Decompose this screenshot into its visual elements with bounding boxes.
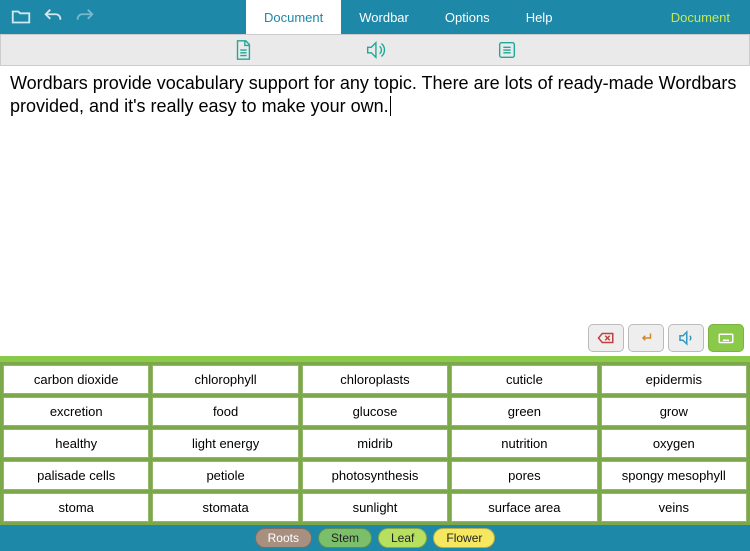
tab-help[interactable]: Help [508, 0, 571, 34]
word-label: chloroplasts [340, 372, 409, 387]
word-button[interactable]: stomata [152, 493, 298, 522]
word-label: stomata [202, 500, 248, 515]
word-button[interactable]: palisade cells [3, 461, 149, 490]
word-label: stoma [58, 500, 93, 515]
word-label: sunlight [353, 500, 398, 515]
document-toolbar [0, 34, 750, 66]
word-label: carbon dioxide [34, 372, 119, 387]
word-button[interactable]: nutrition [451, 429, 597, 458]
word-button[interactable]: stoma [3, 493, 149, 522]
keyboard-button[interactable] [708, 324, 744, 352]
word-label: healthy [55, 436, 97, 451]
word-button[interactable]: surface area [451, 493, 597, 522]
tab-options[interactable]: Options [427, 0, 508, 34]
document-name-label: Document [671, 0, 750, 34]
tab-label: Help [526, 10, 553, 25]
word-label: pores [508, 468, 541, 483]
word-button[interactable]: pores [451, 461, 597, 490]
word-label: petiole [206, 468, 244, 483]
word-button[interactable]: midrib [302, 429, 448, 458]
category-label: Roots [268, 531, 299, 545]
word-button[interactable]: spongy mesophyll [601, 461, 747, 490]
word-button[interactable]: photosynthesis [302, 461, 448, 490]
tab-label: Options [445, 10, 490, 25]
word-label: glucose [353, 404, 398, 419]
word-label: spongy mesophyll [622, 468, 726, 483]
word-button[interactable]: cuticle [451, 365, 597, 394]
word-button[interactable]: carbon dioxide [3, 365, 149, 394]
editor-action-row [588, 324, 744, 352]
word-button[interactable]: oxygen [601, 429, 747, 458]
folder-icon[interactable] [10, 6, 32, 28]
word-button[interactable]: sunlight [302, 493, 448, 522]
category-label: Stem [331, 531, 359, 545]
tab-label: Document [264, 10, 323, 25]
word-button[interactable]: epidermis [601, 365, 747, 394]
word-label: grow [660, 404, 688, 419]
word-label: light energy [192, 436, 259, 451]
category-roots[interactable]: Roots [255, 528, 312, 548]
word-label: photosynthesis [332, 468, 419, 483]
undo-icon[interactable] [42, 6, 64, 28]
list-icon[interactable] [496, 39, 518, 61]
category-bar: Roots Stem Leaf Flower [0, 525, 750, 551]
tab-wordbar[interactable]: Wordbar [341, 0, 427, 34]
category-flower[interactable]: Flower [433, 528, 495, 548]
word-button[interactable]: chlorophyll [152, 365, 298, 394]
document-text: Wordbars provide vocabulary support for … [10, 73, 736, 116]
document-name: Document [671, 10, 730, 25]
word-button[interactable]: food [152, 397, 298, 426]
tab-label: Wordbar [359, 10, 409, 25]
word-label: palisade cells [37, 468, 115, 483]
word-button[interactable]: veins [601, 493, 747, 522]
word-label: surface area [488, 500, 560, 515]
word-label: chlorophyll [195, 372, 257, 387]
word-button[interactable]: light energy [152, 429, 298, 458]
tab-document[interactable]: Document [246, 0, 341, 34]
word-label: midrib [357, 436, 392, 451]
return-button[interactable] [628, 324, 664, 352]
category-label: Flower [446, 531, 482, 545]
category-stem[interactable]: Stem [318, 528, 372, 548]
top-bar: Document Wordbar Options Help Document [0, 0, 750, 34]
word-label: excretion [50, 404, 103, 419]
word-button[interactable]: chloroplasts [302, 365, 448, 394]
word-button[interactable]: excretion [3, 397, 149, 426]
word-button[interactable]: grow [601, 397, 747, 426]
word-button[interactable]: petiole [152, 461, 298, 490]
word-button[interactable]: green [451, 397, 597, 426]
word-label: food [213, 404, 238, 419]
word-label: epidermis [646, 372, 702, 387]
topbar-left [0, 0, 106, 34]
word-grid: carbon dioxide chlorophyll chloroplasts … [0, 362, 750, 525]
document-editor[interactable]: Wordbars provide vocabulary support for … [0, 66, 750, 356]
speak-icon[interactable] [364, 39, 386, 61]
main-tabs: Document Wordbar Options Help [246, 0, 570, 34]
word-label: oxygen [653, 436, 695, 451]
text-cursor [389, 96, 391, 116]
word-label: green [508, 404, 541, 419]
word-label: veins [659, 500, 689, 515]
category-label: Leaf [391, 531, 414, 545]
new-document-icon[interactable] [232, 39, 254, 61]
word-button[interactable]: glucose [302, 397, 448, 426]
word-label: nutrition [501, 436, 547, 451]
word-label: cuticle [506, 372, 543, 387]
category-leaf[interactable]: Leaf [378, 528, 427, 548]
redo-icon[interactable] [74, 6, 96, 28]
word-button[interactable]: healthy [3, 429, 149, 458]
speak-word-button[interactable] [668, 324, 704, 352]
backspace-button[interactable] [588, 324, 624, 352]
